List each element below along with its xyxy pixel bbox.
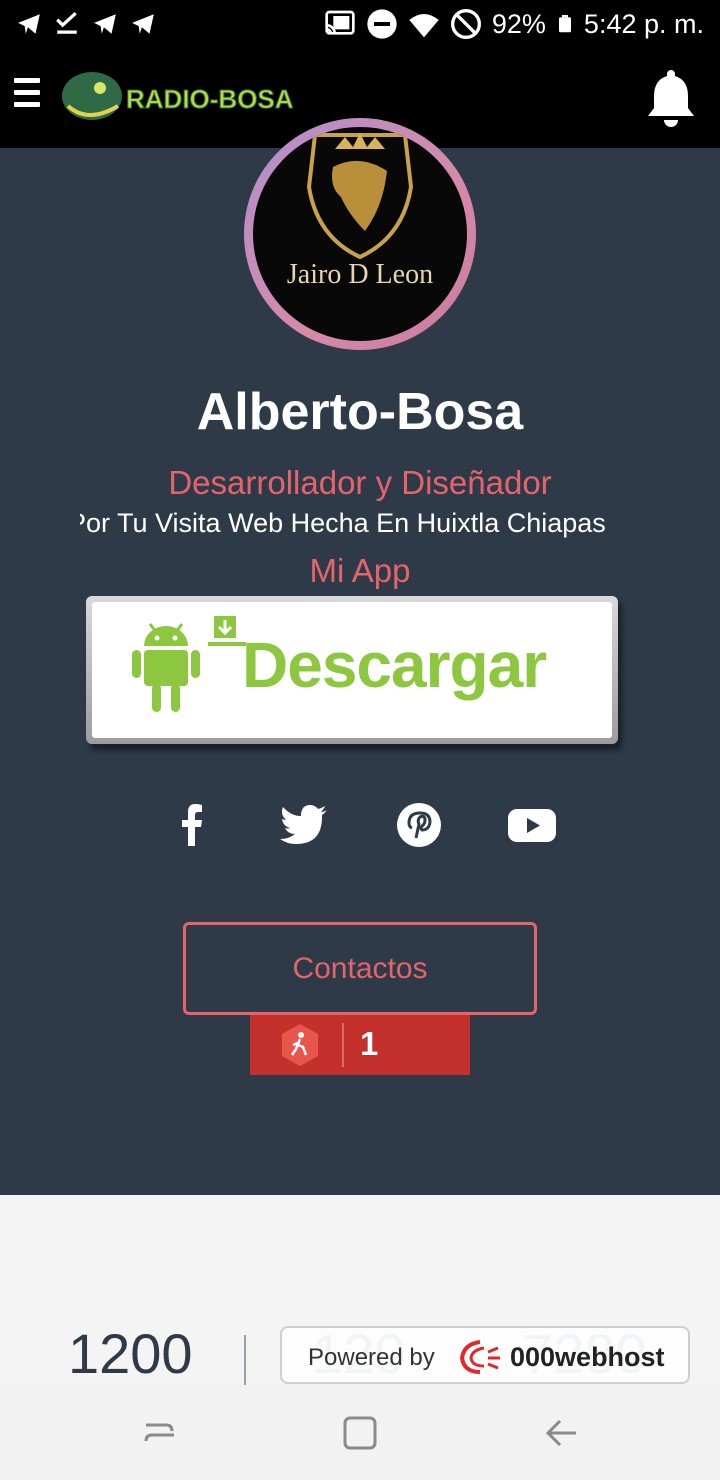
profile-role: Desarrollador y Diseñador <box>168 464 552 501</box>
radio-bosa-logo[interactable]: RADIO-BOSA <box>58 66 318 130</box>
blocked-icon <box>450 9 481 39</box>
powered-by-label: Powered by <box>308 1344 435 1371</box>
logo-text: RADIO-BOSA <box>126 84 294 114</box>
facebook-icon[interactable] <box>162 800 222 850</box>
hamburger-menu-icon[interactable] <box>14 78 42 116</box>
twitter-icon[interactable] <box>275 800 335 850</box>
contacts-button[interactable]: Contactos <box>183 922 537 1015</box>
avatar: Jairo D Leon <box>244 118 476 350</box>
youtube-icon[interactable] <box>502 800 562 850</box>
telegram-icon <box>132 14 154 34</box>
notification-icons <box>16 10 156 38</box>
download-arrow-icon <box>208 616 246 646</box>
telegram-icon <box>94 14 116 34</box>
powered-by-brand: 000webhost <box>510 1342 665 1372</box>
webhost-logo-icon <box>459 1340 500 1374</box>
visitor-count: 1 <box>360 1025 379 1062</box>
scrolling-marquee: Por Tu Visita Web Hecha En Huixtla Chiap… <box>80 508 640 548</box>
clock: 5:42 p. m. <box>583 8 704 39</box>
pinterest-icon[interactable] <box>389 800 449 850</box>
cast-icon <box>325 10 355 35</box>
download-app-button[interactable]: Descargar <box>86 596 618 744</box>
social-links <box>162 800 562 850</box>
app-label: Mi App <box>309 552 411 589</box>
download-done-icon <box>56 11 77 34</box>
android-icon <box>132 623 200 712</box>
wifi-icon <box>409 14 439 38</box>
profile-name: Alberto-Bosa <box>196 383 524 441</box>
back-icon[interactable] <box>542 1413 582 1453</box>
do-not-disturb-icon <box>367 9 397 39</box>
navigation-bar <box>0 1385 720 1480</box>
walking-person-icon <box>282 1024 318 1066</box>
battery-icon <box>558 15 571 33</box>
profile-section: Jairo D Leon Alberto-Bosa Desarrollador … <box>0 118 720 1195</box>
status-bar: 92% 5:42 p. m. <box>0 0 720 50</box>
download-label: Descargar <box>242 629 547 701</box>
home-icon[interactable] <box>340 1413 380 1453</box>
system-icons: 92% 5:42 p. m. <box>324 8 704 40</box>
visitor-counter: 1 <box>250 1015 470 1075</box>
counter-divider <box>342 1023 344 1067</box>
battery-level: 92% <box>491 8 546 39</box>
avatar-text: Jairo D Leon <box>287 259 433 290</box>
recent-apps-icon[interactable] <box>140 1413 180 1453</box>
telegram-icon <box>18 14 40 34</box>
stat-value-1: 1200 <box>68 1322 193 1385</box>
powered-by-badge[interactable]: Powered by 000webhost <box>280 1326 690 1384</box>
marquee-text: Por Tu Visita Web Hecha En Huixtla Chiap… <box>80 508 606 538</box>
bell-icon[interactable] <box>644 64 698 128</box>
stat-divider <box>244 1335 246 1385</box>
